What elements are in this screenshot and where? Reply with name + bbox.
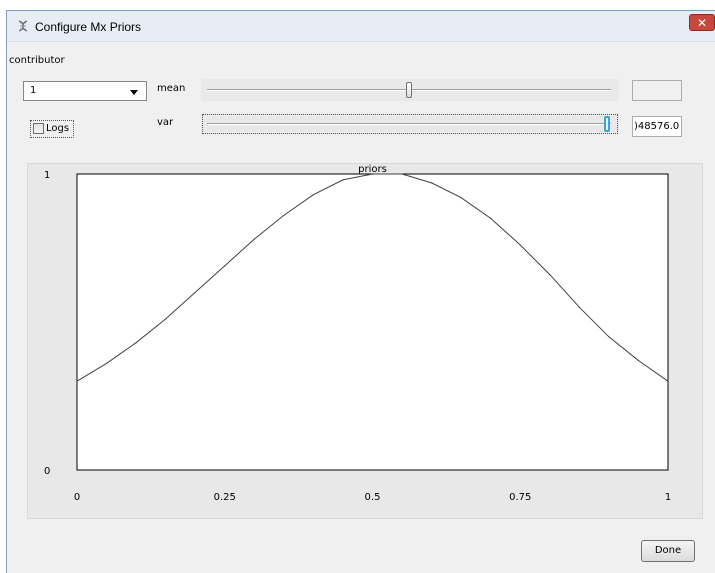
var-slider-handle[interactable] <box>604 116 610 132</box>
dna-helix-icon <box>18 20 28 32</box>
var-value-field[interactable]: )48576.0 <box>632 116 682 137</box>
prior-data-point <box>312 194 314 196</box>
x-tick-label: 0.5 <box>365 492 381 503</box>
mean-slider-handle[interactable] <box>406 82 412 98</box>
chart-title: priors <box>358 164 387 175</box>
contributor-value: 1 <box>30 85 37 96</box>
close-button[interactable]: ✕ <box>689 14 715 31</box>
prior-data-point <box>401 173 403 175</box>
priors-chart: priors 0 1 0 0.25 0.5 0.75 1 <box>44 164 671 503</box>
configure-mx-priors-window: Configure Mx Priors ✕ contributor 1 mean… <box>6 10 715 573</box>
contributor-dropdown[interactable]: 1 <box>23 81 147 101</box>
prior-data-point <box>342 179 344 181</box>
prior-data-point <box>194 291 196 293</box>
window-title: Configure Mx Priors <box>35 20 142 34</box>
x-tick-label: 1 <box>665 492 671 503</box>
mean-slider[interactable] <box>201 79 619 101</box>
mean-label: mean <box>157 83 186 94</box>
prior-data-point <box>105 362 108 365</box>
done-button[interactable]: Done <box>641 540 695 562</box>
close-x-icon: ✕ <box>696 16 708 30</box>
prior-data-point <box>253 238 255 240</box>
x-tick-label: 0.25 <box>214 492 236 503</box>
prior-data-point <box>608 336 610 338</box>
prior-data-point <box>283 214 285 217</box>
prior-data-point <box>578 306 580 308</box>
var-slider[interactable] <box>201 113 619 135</box>
y-tick-label: 0 <box>44 466 50 477</box>
contributor-label: contributor <box>9 55 65 66</box>
prior-data-point <box>371 173 374 175</box>
prior-data-point <box>165 318 167 320</box>
plot-area <box>76 173 669 471</box>
y-tick-label: 1 <box>44 170 50 181</box>
mean-value-field[interactable] <box>632 80 682 101</box>
logs-focus-rect <box>30 120 74 138</box>
prior-data-point <box>76 380 78 382</box>
prior-data-point <box>490 217 492 219</box>
prior-data-point <box>460 197 462 199</box>
priors-chart-panel: priors 0 1 0 0.25 0.5 0.75 1 <box>27 163 703 519</box>
var-value-text: )48576.0 <box>634 121 680 132</box>
prior-data-point <box>667 380 669 382</box>
chevron-down-icon <box>130 90 138 95</box>
prior-data-point <box>224 265 226 267</box>
prior-data-point <box>135 342 137 344</box>
prior-data-point <box>549 274 551 276</box>
var-label: var <box>157 117 174 128</box>
prior-data-point <box>637 359 640 362</box>
var-slider-groove <box>207 123 611 125</box>
title-bar: Configure Mx Priors ✕ <box>7 11 715 42</box>
x-tick-label: 0.75 <box>509 492 531 503</box>
prior-data-point <box>431 182 433 184</box>
x-tick-label: 0 <box>74 492 80 503</box>
prior-data-point <box>519 244 521 246</box>
